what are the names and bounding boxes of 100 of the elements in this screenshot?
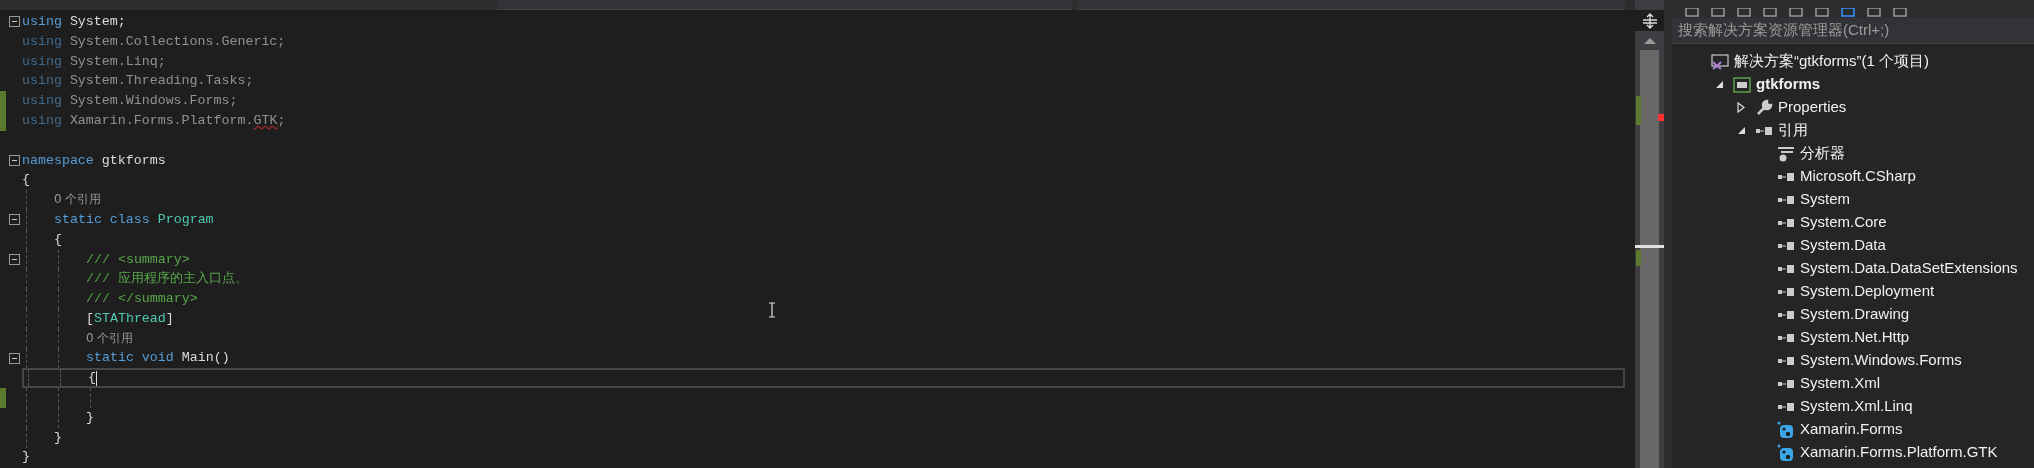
- tree-item-label: System.Xml.Linq: [1800, 396, 1913, 417]
- code-line: using System.Threading.Tasks;: [22, 72, 254, 91]
- tree-item-label: 解决方案“gtkforms”(1 个项目): [1734, 51, 1929, 72]
- collapse-icon[interactable]: [9, 154, 20, 166]
- text-cursor-icon: [768, 302, 776, 318]
- tree-item-label: gtkforms: [1756, 74, 1821, 95]
- code-line: static void Main(): [86, 349, 230, 368]
- toolbar-icon[interactable]: [1840, 8, 1856, 18]
- tree-item[interactable]: System.Xml: [1672, 372, 2034, 395]
- tree-item[interactable]: System.Data: [1672, 234, 2034, 257]
- tree-item-label: 引用: [1778, 120, 1808, 141]
- tree-item[interactable]: Xamarin.Forms.Platform.GTK: [1672, 441, 2034, 464]
- package-icon: [1777, 443, 1795, 462]
- reference-count-hint: 0 个引用: [86, 329, 134, 347]
- code-line: using Xamarin.Forms.Platform.GTK;: [22, 111, 286, 130]
- caret-position-marker: [1635, 245, 1664, 248]
- code-line: /// </summary>: [86, 290, 198, 309]
- toolbar-icon[interactable]: [1866, 8, 1882, 18]
- toolbar-icon[interactable]: [1814, 8, 1830, 18]
- reference-icon: [1777, 378, 1795, 389]
- toolbar-icon[interactable]: [1762, 8, 1778, 18]
- tree-item-label: System.Xml: [1800, 373, 1880, 394]
- wrench-icon: [1755, 98, 1773, 117]
- reference-icon: [1777, 309, 1795, 320]
- reference-icon: [1777, 240, 1795, 251]
- tree-item[interactable]: 引用: [1672, 119, 2034, 142]
- code-line: using System.Collections.Generic;: [22, 32, 286, 51]
- tree-item[interactable]: System.Core: [1672, 211, 2034, 234]
- toolbar-icon[interactable]: [1892, 8, 1908, 18]
- tree-item-label: System.Data.DataSetExtensions: [1800, 258, 2018, 279]
- change-marker: [1636, 250, 1641, 266]
- tree-item-label: 分析器: [1800, 143, 1845, 164]
- expanded-arrow-icon[interactable]: [1736, 126, 1746, 135]
- tree-item-label: Xamarin.Forms.Platform.GTK: [1800, 442, 1998, 463]
- reference-icon: [1777, 401, 1795, 412]
- analyzer-icon: [1777, 145, 1795, 162]
- package-icon: [1777, 420, 1795, 439]
- search-field[interactable]: 搜索解决方案资源管理器(Ctrl+;): [1672, 18, 2034, 44]
- code-line: }: [86, 408, 94, 427]
- scroll-up-icon[interactable]: [1643, 37, 1656, 44]
- tree-item-label: System.Deployment: [1800, 281, 1935, 302]
- tree-item-label: System.Drawing: [1800, 304, 1910, 325]
- reference-icon: [1777, 217, 1795, 228]
- reference-icon: [1777, 194, 1795, 205]
- csharp-project-icon: [1733, 76, 1751, 93]
- expanded-arrow-icon[interactable]: [1714, 80, 1724, 89]
- tree-item-label: Properties: [1778, 97, 1847, 118]
- tree-item[interactable]: System.Xml.Linq: [1672, 395, 2034, 418]
- tree-item-label: Microsoft.CSharp: [1800, 166, 1916, 187]
- split-icon[interactable]: [1635, 10, 1664, 31]
- toolbar-icon[interactable]: [1788, 8, 1804, 18]
- tree-item[interactable]: System.Windows.Forms: [1672, 349, 2034, 372]
- tree-item[interactable]: System.Drawing: [1672, 303, 2034, 326]
- code-line: {: [54, 230, 62, 249]
- toolbar-icon[interactable]: [1710, 8, 1726, 18]
- tree-item[interactable]: System.Net.Http: [1672, 326, 2034, 349]
- tree-item[interactable]: 分析器: [1672, 142, 2034, 165]
- tree-item[interactable]: Microsoft.CSharp: [1672, 165, 2034, 188]
- tree-item-label: System.Data: [1800, 235, 1886, 256]
- tree-item-label: System: [1800, 189, 1850, 210]
- tree-item[interactable]: 解决方案“gtkforms”(1 个项目): [1672, 50, 2034, 73]
- reference-icon: [1777, 263, 1795, 274]
- tree-item[interactable]: Xamarin.Forms: [1672, 418, 2034, 441]
- toolbar-icon[interactable]: [1736, 8, 1752, 18]
- collapse-icon[interactable]: [9, 352, 20, 364]
- reference-icon: [1777, 171, 1795, 182]
- collapsed-arrow-icon[interactable]: [1737, 102, 1745, 113]
- reference-icon: [1777, 355, 1795, 366]
- toolbar-icon[interactable]: [1684, 8, 1700, 18]
- vertical-scrollbar[interactable]: [1635, 0, 1664, 468]
- code-line: using System.Windows.Forms;: [22, 92, 238, 111]
- code-line: {: [22, 171, 30, 190]
- code-line: {: [88, 369, 96, 388]
- code-line: /// <summary>: [86, 250, 190, 269]
- tree-item[interactable]: System.Data.DataSetExtensions: [1672, 257, 2034, 280]
- scrollbar-thumb[interactable]: [1640, 50, 1659, 468]
- tree-item[interactable]: System: [1672, 188, 2034, 211]
- collapse-icon[interactable]: [9, 213, 20, 225]
- tree-item[interactable]: Properties: [1672, 96, 2034, 119]
- code-line: }: [22, 448, 30, 467]
- code-line: using System.Linq;: [22, 52, 166, 71]
- tree-item-label: System.Net.Http: [1800, 327, 1910, 348]
- tree-item-label: System.Windows.Forms: [1800, 350, 1962, 371]
- collapse-icon[interactable]: [9, 16, 20, 27]
- solution-icon: [1711, 53, 1729, 70]
- code-line: }: [54, 428, 62, 447]
- code-line: /// 应用程序的主入口点。: [86, 270, 248, 289]
- error-marker: [1658, 114, 1664, 121]
- reference-count-hint: 0 个引用: [54, 191, 102, 209]
- reference-icon: [1777, 286, 1795, 297]
- reference-icon: [1777, 332, 1795, 343]
- change-marker: [1636, 96, 1641, 125]
- text-caret: [96, 370, 98, 386]
- collapse-icon[interactable]: [9, 253, 20, 265]
- code-line: [STAThread]: [86, 309, 174, 328]
- tree-item[interactable]: gtkforms: [1672, 73, 2034, 96]
- code-line: static class Program: [54, 210, 214, 229]
- tree-item[interactable]: System.Deployment: [1672, 280, 2034, 303]
- tree-item-label: Xamarin.Forms: [1800, 419, 1903, 440]
- reference-icon: [1755, 125, 1773, 136]
